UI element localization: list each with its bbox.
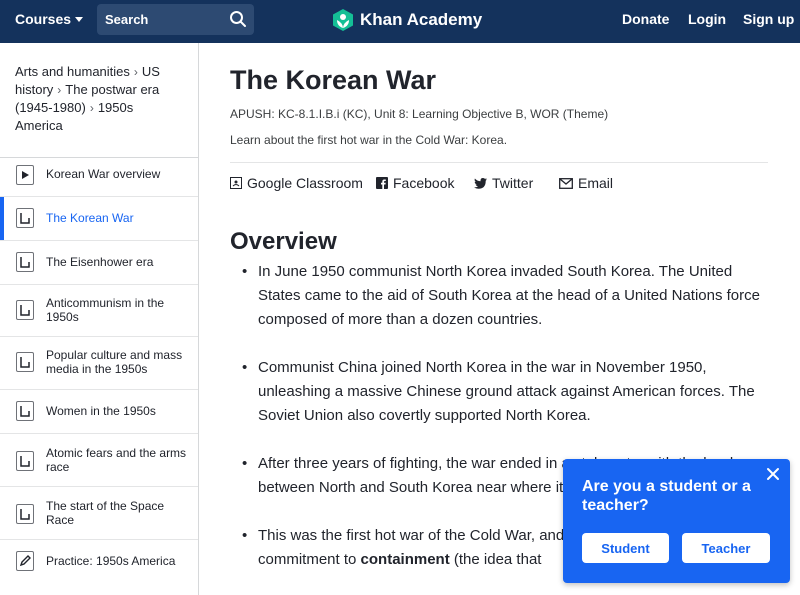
- signup-link[interactable]: Sign up: [743, 11, 794, 27]
- login-link[interactable]: Login: [688, 11, 726, 27]
- sidebar-item-label: The start of the Space Race: [46, 499, 165, 527]
- chevron-right-icon: ›: [57, 83, 62, 97]
- article-icon: [16, 300, 34, 320]
- video-icon: [16, 165, 34, 185]
- article-icon: [16, 208, 34, 228]
- google-classroom-icon: [230, 177, 242, 189]
- donate-link[interactable]: Donate: [622, 11, 669, 27]
- sidebar-item-label: The Eisenhower era: [46, 255, 154, 269]
- article-icon: [16, 352, 34, 372]
- close-icon[interactable]: [766, 467, 780, 481]
- sidebar-item-korean-war-overview[interactable]: Korean War overview: [0, 160, 198, 196]
- teacher-button[interactable]: Teacher: [682, 533, 770, 563]
- courses-menu[interactable]: Courses: [15, 11, 84, 27]
- twitter-icon: [474, 177, 487, 189]
- breadcrumb-arts[interactable]: Arts and humanities: [15, 64, 130, 79]
- sidebar-item-label: Atomic fears and the arms race: [46, 446, 187, 474]
- search-input[interactable]: Search: [97, 4, 254, 35]
- sidebar-item-space-race[interactable]: The start of the Space Race: [0, 486, 198, 539]
- email-icon: [559, 177, 573, 189]
- article-icon: [16, 252, 34, 272]
- article-description: Learn about the first hot war in the Col…: [230, 133, 508, 147]
- sidebar-item-label: Korean War overview: [46, 167, 161, 181]
- google-classroom-share-button[interactable]: Google Classroom: [230, 175, 363, 191]
- khan-academy-logo[interactable]: Khan Academy: [332, 8, 482, 32]
- google-classroom-label: Google Classroom: [247, 175, 363, 191]
- sidebar-item-popular-culture[interactable]: Popular culture and mass media in the 19…: [0, 336, 198, 389]
- sidebar-item-label: Anticommunism in the 1950s: [46, 296, 165, 324]
- sidebar-item-label: The Korean War: [46, 211, 134, 225]
- twitter-share-button[interactable]: Twitter: [474, 175, 533, 191]
- article-icon: [16, 401, 34, 421]
- logo-text: Khan Academy: [360, 10, 483, 29]
- facebook-icon: [376, 177, 388, 189]
- search-icon[interactable]: [229, 10, 247, 28]
- sidebar-item-eisenhower-era[interactable]: The Eisenhower era: [0, 240, 198, 284]
- popup-question: Are you a student or a teacher?: [582, 478, 751, 514]
- sidebar-item-practice[interactable]: Practice: 1950s America: [0, 539, 198, 583]
- sidebar-item-the-korean-war[interactable]: The Korean War: [0, 196, 198, 240]
- sidebar-item-women-1950s[interactable]: Women in the 1950s: [0, 389, 198, 433]
- sidebar-item-anticommunism[interactable]: Anticommunism in the 1950s: [0, 284, 198, 336]
- standards-tag: APUSH: KC-8.1.I.B.i (KC), Unit 8: Learni…: [230, 107, 609, 121]
- email-share-button[interactable]: Email: [559, 175, 613, 191]
- facebook-share-button[interactable]: Facebook: [376, 175, 454, 191]
- courses-label: Courses: [15, 11, 72, 27]
- email-label: Email: [578, 175, 614, 191]
- divider: [230, 162, 768, 163]
- breadcrumb: Arts and humanities › US history › The postw…: [0, 43, 198, 158]
- chevron-right-icon: ›: [89, 101, 94, 115]
- twitter-label: Twitter: [492, 175, 534, 191]
- article-icon: [16, 504, 34, 524]
- facebook-label: Facebook: [393, 175, 455, 191]
- khan-leaf-icon: [333, 9, 353, 31]
- list-item-text: (the idea that: [449, 551, 542, 568]
- search-placeholder: Search: [105, 12, 149, 27]
- pencil-icon: [16, 551, 34, 571]
- caret-down-icon: [75, 16, 84, 22]
- list-item: Communist China joined North Korea in th…: [242, 356, 772, 428]
- role-prompt-popup: Are you a student or a teacher? Student …: [563, 459, 790, 583]
- article-icon: [16, 451, 34, 471]
- containment-term: containment: [360, 551, 450, 568]
- list-item: In June 1950 communist North Korea invad…: [242, 260, 772, 332]
- student-button[interactable]: Student: [582, 533, 669, 563]
- sidebar-item-atomic-fears[interactable]: Atomic fears and the arms race: [0, 433, 198, 486]
- page-title: The Korean War: [230, 65, 437, 95]
- top-nav: Courses Search Khan Academy Donate Login…: [0, 0, 800, 43]
- sidebar-item-label: Popular culture and mass media in the 19…: [46, 348, 183, 376]
- sidebar-item-label: Practice: 1950s America: [46, 554, 176, 568]
- chevron-right-icon: ›: [133, 65, 138, 79]
- sidebar-item-label: Women in the 1950s: [46, 404, 156, 418]
- overview-heading: Overview: [230, 228, 337, 255]
